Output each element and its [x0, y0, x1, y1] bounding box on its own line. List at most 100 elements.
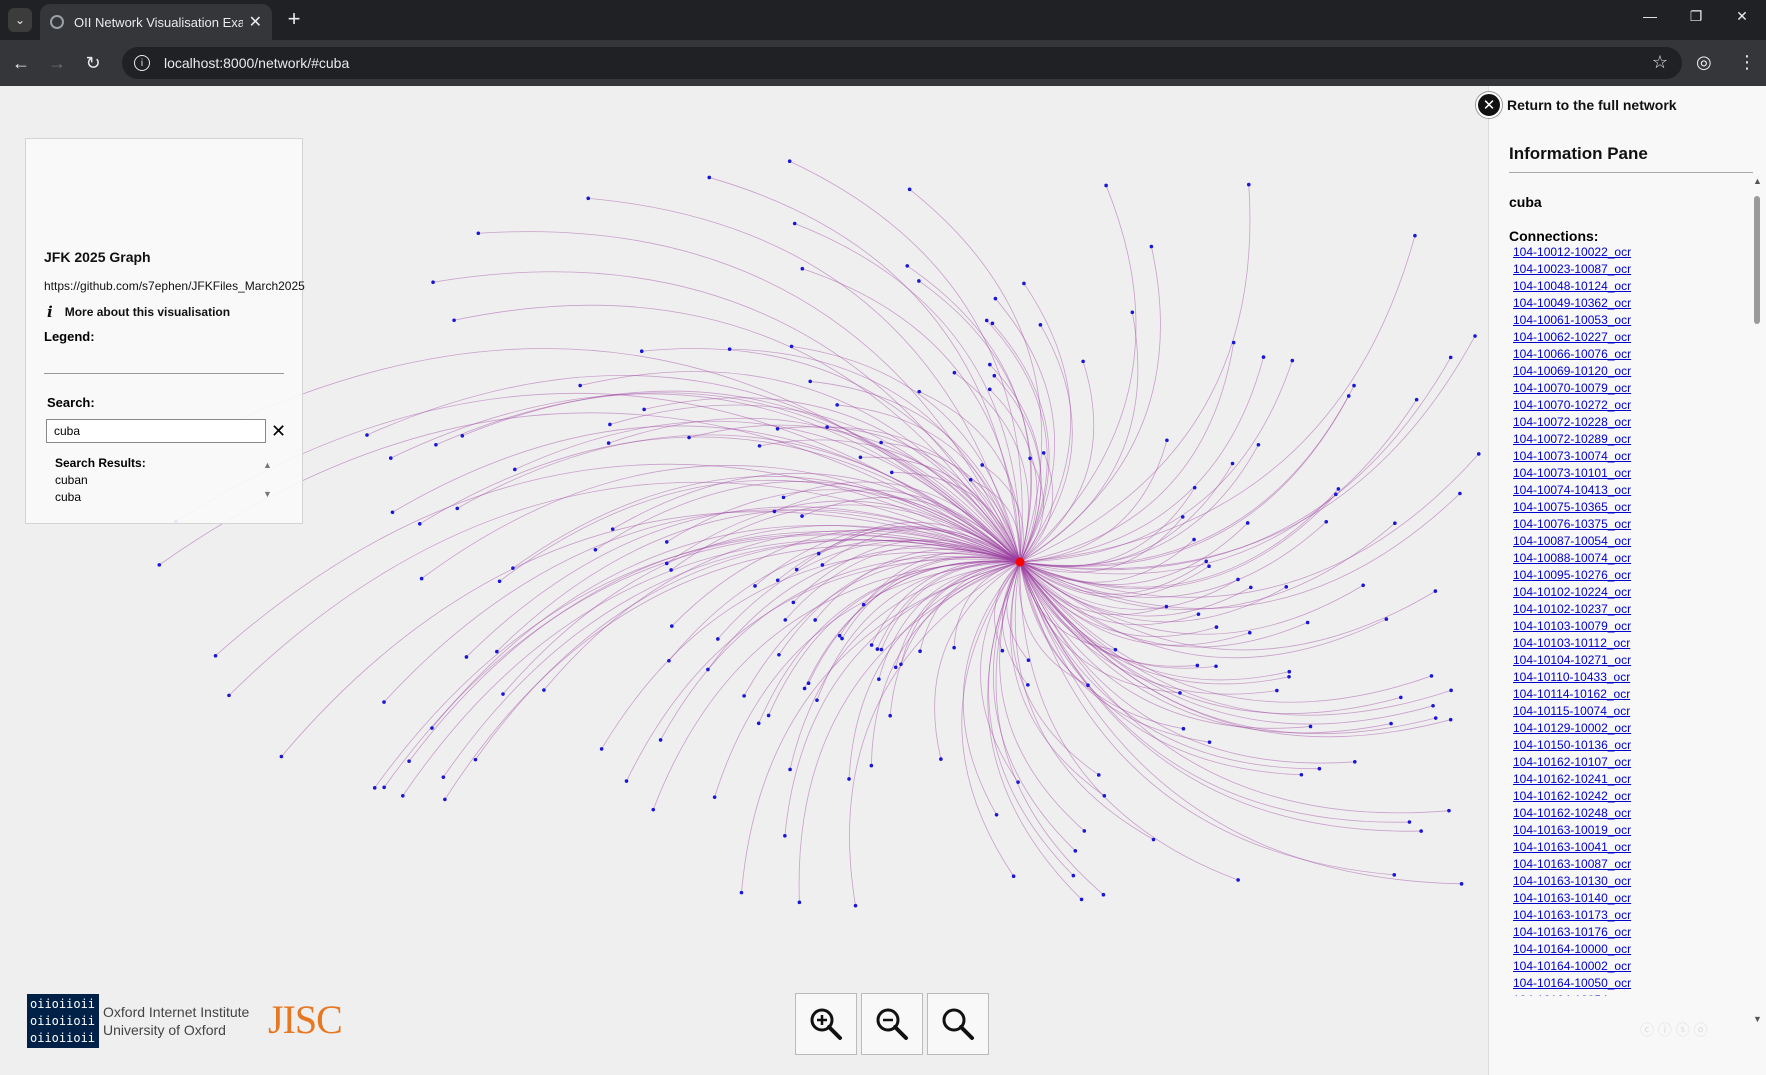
graph-node[interactable]: [586, 196, 591, 201]
graph-node[interactable]: [917, 279, 921, 283]
connection-link[interactable]: 104-10163-10041_ocr: [1513, 839, 1747, 856]
connection-link[interactable]: 104-10164-10050_ocr: [1513, 975, 1747, 992]
results-scroll-down-icon[interactable]: ▼: [263, 489, 272, 499]
graph-node[interactable]: [766, 713, 771, 718]
graph-node[interactable]: [1433, 589, 1438, 593]
connection-link[interactable]: 104-10114-10162_ocr: [1513, 686, 1747, 703]
graph-node[interactable]: [664, 540, 669, 544]
graph-node[interactable]: [1447, 808, 1451, 813]
graph-node[interactable]: [669, 568, 673, 572]
graph-node[interactable]: [1041, 451, 1046, 455]
graph-node[interactable]: [789, 344, 794, 349]
graph-node[interactable]: [1247, 630, 1252, 635]
graph-node[interactable]: [1026, 658, 1031, 663]
graph-node[interactable]: [781, 495, 786, 500]
graph-node[interactable]: [1180, 515, 1185, 519]
graph-node[interactable]: [407, 759, 411, 764]
connection-link[interactable]: 104-10104-10271_ocr: [1513, 652, 1747, 669]
graph-node[interactable]: [1352, 383, 1356, 388]
graph-node[interactable]: [513, 467, 517, 472]
connection-link[interactable]: 104-10115-10074_ocr: [1513, 703, 1747, 720]
connection-link[interactable]: 104-10072-10228_ocr: [1513, 414, 1747, 431]
graph-node[interactable]: [889, 470, 894, 475]
graph-node[interactable]: [464, 655, 469, 659]
connection-link[interactable]: 104-10073-10074_ocr: [1513, 448, 1747, 465]
connection-link[interactable]: 104-10062-10227_ocr: [1513, 329, 1747, 346]
graph-node[interactable]: [1249, 585, 1253, 590]
graph-node[interactable]: [419, 576, 424, 581]
graph-node[interactable]: [639, 349, 644, 354]
graph-node[interactable]: [476, 231, 481, 236]
connection-link[interactable]: 104-10164-10000_ocr: [1513, 941, 1747, 958]
graph-node[interactable]: [802, 686, 807, 691]
graph-node[interactable]: [1290, 358, 1295, 363]
connection-link[interactable]: 104-10163-10019_ocr: [1513, 822, 1747, 839]
graph-node[interactable]: [443, 797, 447, 802]
graph-node[interactable]: [1336, 487, 1341, 491]
graph-node[interactable]: [980, 463, 985, 467]
browser-tab[interactable]: OII Network Visualisation Exam ✕: [40, 4, 272, 40]
graph-node[interactable]: [658, 738, 663, 742]
search-input[interactable]: [46, 419, 266, 443]
menu-kebab-icon[interactable]: ⋮: [1738, 52, 1756, 73]
graph-node[interactable]: [417, 521, 422, 526]
graph-node[interactable]: [1449, 688, 1453, 693]
reload-icon[interactable]: ↻: [80, 50, 106, 76]
graph-node[interactable]: [365, 433, 369, 437]
graph-node[interactable]: [1113, 647, 1118, 652]
scroll-down-icon[interactable]: ▼: [1753, 1014, 1762, 1024]
connection-link[interactable]: 104-10087-10054_ocr: [1513, 533, 1747, 550]
connection-link[interactable]: 104-10070-10079_ocr: [1513, 380, 1747, 397]
graph-node[interactable]: [610, 527, 615, 531]
info-pane-scroll[interactable]: cuba Connections: 104-10012-10022_ocr 104…: [1509, 176, 1747, 996]
minimize-icon[interactable]: —: [1638, 8, 1662, 24]
graph-node[interactable]: [1102, 793, 1107, 798]
graph-node[interactable]: [987, 387, 992, 392]
connection-link[interactable]: 104-10164-10054_ocr: [1513, 992, 1747, 996]
clear-search-icon[interactable]: ✕: [271, 419, 286, 443]
connection-link[interactable]: 104-10163-10176_ocr: [1513, 924, 1747, 941]
connection-link[interactable]: 104-10103-10079_ocr: [1513, 618, 1747, 635]
focus-node-cuba[interactable]: [1015, 557, 1025, 567]
connection-link[interactable]: 104-10088-10074_ocr: [1513, 550, 1747, 567]
graph-node[interactable]: [1448, 355, 1453, 360]
graph-node[interactable]: [888, 713, 892, 718]
graph-node[interactable]: [1192, 537, 1196, 542]
graph-node[interactable]: [473, 757, 478, 762]
connection-link[interactable]: 104-10073-10101_ocr: [1513, 465, 1747, 482]
connection-link[interactable]: 104-10163-10140_ocr: [1513, 890, 1747, 907]
graph-node[interactable]: [1081, 359, 1085, 364]
graph-node[interactable]: [664, 561, 669, 566]
graph-node[interactable]: [820, 563, 825, 567]
graph-node[interactable]: [869, 643, 874, 647]
graph-node[interactable]: [905, 264, 910, 268]
connection-link[interactable]: 104-10049-10362_ocr: [1513, 295, 1747, 312]
graph-node[interactable]: [1214, 664, 1218, 669]
connection-link[interactable]: 104-10163-10173_ocr: [1513, 907, 1747, 924]
graph-node[interactable]: [667, 658, 671, 663]
graph-node[interactable]: [1429, 674, 1434, 678]
graph-node[interactable]: [1016, 780, 1020, 784]
graph-node[interactable]: [879, 440, 883, 445]
graph-node[interactable]: [452, 318, 456, 323]
connection-link[interactable]: 104-10069-10120_ocr: [1513, 363, 1747, 380]
graph-node[interactable]: [1413, 233, 1417, 238]
graph-node[interactable]: [797, 900, 802, 905]
window-close-icon[interactable]: ✕: [1730, 8, 1754, 25]
graph-node[interactable]: [1458, 491, 1462, 496]
graph-node[interactable]: [756, 721, 761, 726]
graph-node[interactable]: [861, 602, 866, 607]
graph-node[interactable]: [808, 379, 813, 384]
graph-node[interactable]: [739, 890, 744, 895]
graph-node[interactable]: [501, 692, 505, 696]
graph-node[interactable]: [877, 677, 881, 682]
connection-link[interactable]: 104-10110-10433_ocr: [1513, 669, 1747, 686]
graph-node[interactable]: [952, 370, 957, 375]
new-tab-plus-icon[interactable]: +: [282, 8, 306, 32]
graph-node[interactable]: [742, 694, 746, 698]
search-result-item[interactable]: cuban: [55, 473, 88, 487]
graph-node[interactable]: [1334, 492, 1338, 497]
graph-node[interactable]: [707, 175, 712, 180]
site-info-icon[interactable]: i: [134, 55, 150, 71]
graph-node[interactable]: [794, 567, 799, 572]
